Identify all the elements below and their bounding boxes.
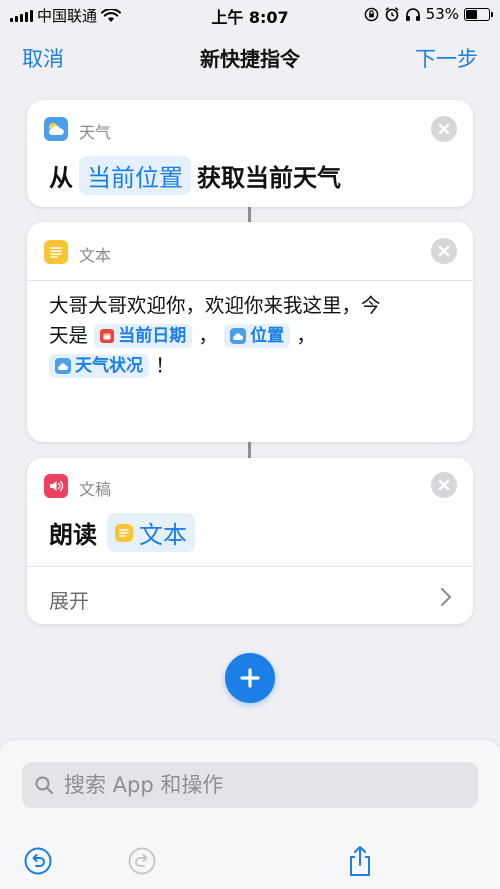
remove-action-button[interactable] — [431, 472, 457, 498]
status-bar: 中国联通 上午 8:07 53% — [0, 0, 500, 28]
action-verb: 从 — [49, 164, 73, 192]
token-label: 天气状况 — [75, 356, 143, 376]
search-bar[interactable] — [22, 762, 478, 808]
headphones-icon — [405, 7, 420, 21]
text-parameter-token[interactable]: 文本 — [107, 513, 195, 552]
action-app-name: 天气 — [79, 123, 112, 142]
weather-app-icon — [44, 117, 68, 141]
battery-icon — [464, 7, 493, 21]
expand-label: 展开 — [49, 589, 89, 613]
token-label: 文本 — [139, 521, 187, 549]
text-content-field[interactable]: 大哥大哥欢迎你，欢迎你来我这里，今 天是 当前日期 ， 位置 ， 天气状况 ！ — [27, 281, 473, 381]
rotation-lock-icon — [364, 7, 378, 21]
chevron-right-icon — [440, 587, 452, 607]
action-connector — [248, 442, 251, 458]
calendar-icon — [100, 329, 115, 343]
remove-action-button[interactable] — [431, 238, 457, 264]
battery-percent: 53% — [425, 5, 459, 23]
weather-condition-token[interactable]: 天气状况 — [49, 354, 149, 378]
text-line: 大哥大哥欢迎你，欢迎你来我这里，今 — [49, 294, 381, 317]
share-button[interactable] — [343, 844, 377, 878]
action-description: 获取当前天气 — [197, 164, 341, 192]
action-app-name: 文本 — [79, 246, 112, 265]
text-separator: ， — [198, 324, 218, 347]
next-button[interactable]: 下一步 — [415, 43, 478, 73]
redo-icon — [128, 847, 156, 875]
text-prefix: 天是 — [49, 324, 89, 347]
location-token[interactable]: 位置 — [224, 324, 291, 348]
add-action-button[interactable] — [225, 653, 275, 703]
text-icon — [115, 523, 133, 542]
token-label: 位置 — [250, 326, 285, 346]
undo-icon — [24, 847, 52, 875]
close-icon — [438, 123, 450, 135]
action-verb: 朗读 — [49, 521, 97, 549]
current-date-token[interactable]: 当前日期 — [94, 324, 193, 348]
speak-action-card[interactable]: 文稿 朗读 文本 展开 — [27, 458, 473, 624]
status-right: 53% — [364, 5, 493, 23]
close-icon — [438, 479, 450, 491]
weather-icon — [55, 358, 71, 374]
search-icon — [35, 776, 54, 795]
text-ending: ！ — [155, 354, 175, 377]
undo-button[interactable] — [21, 844, 55, 878]
text-app-icon — [44, 240, 68, 264]
token-label: 当前位置 — [87, 164, 183, 192]
text-action-card[interactable]: 文本 大哥大哥欢迎你，欢迎你来我这里，今 天是 当前日期 ， 位置 ， 天气状况 — [27, 222, 473, 442]
card-divider — [27, 566, 473, 567]
location-parameter-token[interactable]: 当前位置 — [79, 156, 191, 195]
token-label: 当前日期 — [118, 326, 187, 346]
remove-action-button[interactable] — [431, 116, 457, 142]
action-app-name: 文稿 — [79, 480, 112, 499]
text-separator: ， — [296, 324, 316, 347]
redo-button[interactable] — [125, 844, 159, 878]
share-icon — [350, 846, 370, 876]
plus-icon — [240, 668, 260, 688]
weather-action-card[interactable]: 天气 从 当前位置 获取当前天气 — [27, 100, 473, 207]
close-icon — [438, 245, 450, 257]
bottom-toolbar — [0, 840, 500, 889]
expand-row[interactable]: 展开 — [27, 568, 473, 626]
speak-app-icon — [44, 474, 68, 498]
weather-icon — [230, 328, 247, 344]
action-connector — [248, 207, 251, 222]
alarm-icon — [385, 7, 399, 22]
navigation-bar: 取消 新快捷指令 下一步 — [0, 28, 500, 86]
search-input[interactable] — [62, 772, 466, 798]
